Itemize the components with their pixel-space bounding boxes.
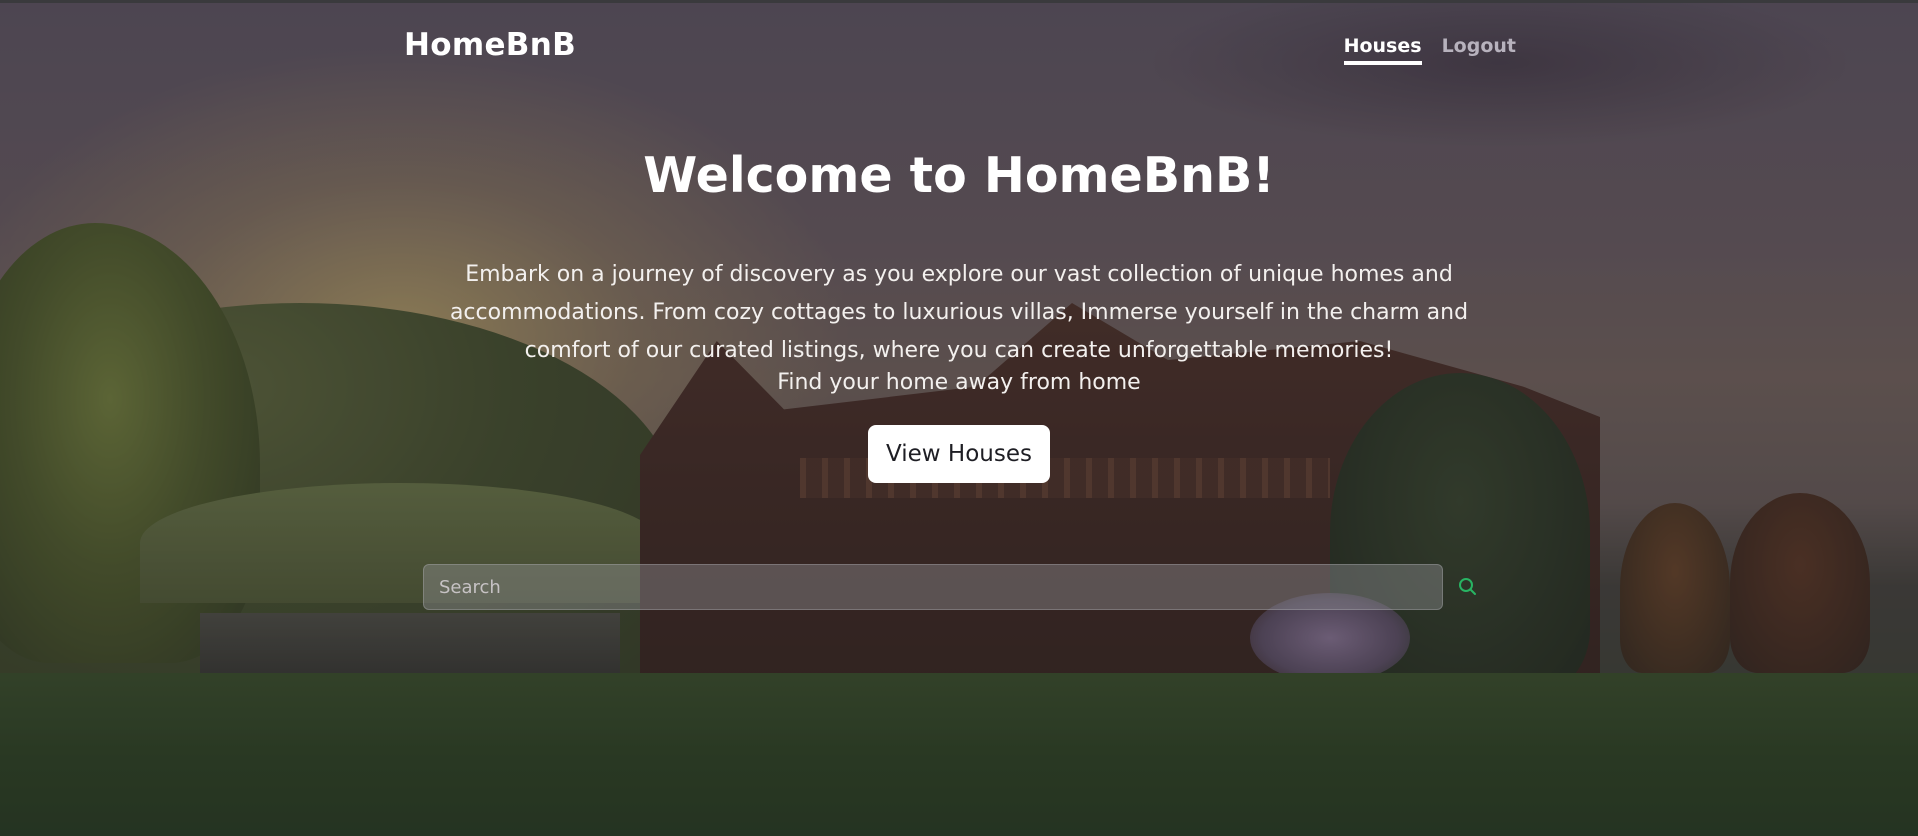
hero-title: Welcome to HomeBnB! [643,147,1275,204]
search-icon [1459,578,1476,595]
navbar: HomeBnB Houses Logout [404,23,1516,73]
nav-link-logout[interactable]: Logout [1442,35,1516,65]
search-button[interactable] [1455,574,1481,600]
search-input[interactable] [423,564,1443,610]
view-houses-button[interactable]: View Houses [868,425,1050,483]
dark-overlay [0,3,1918,836]
brand-logo[interactable]: HomeBnB [404,27,576,63]
hero-section: HomeBnB Houses Logout Welcome to HomeBnB… [0,0,1918,836]
hero-description: Embark on a journey of discovery as you … [449,262,1469,363]
nav-link-houses[interactable]: Houses [1343,35,1422,65]
hero-subline: Find your home away from home [777,370,1141,395]
nav-links: Houses Logout [1343,35,1516,65]
